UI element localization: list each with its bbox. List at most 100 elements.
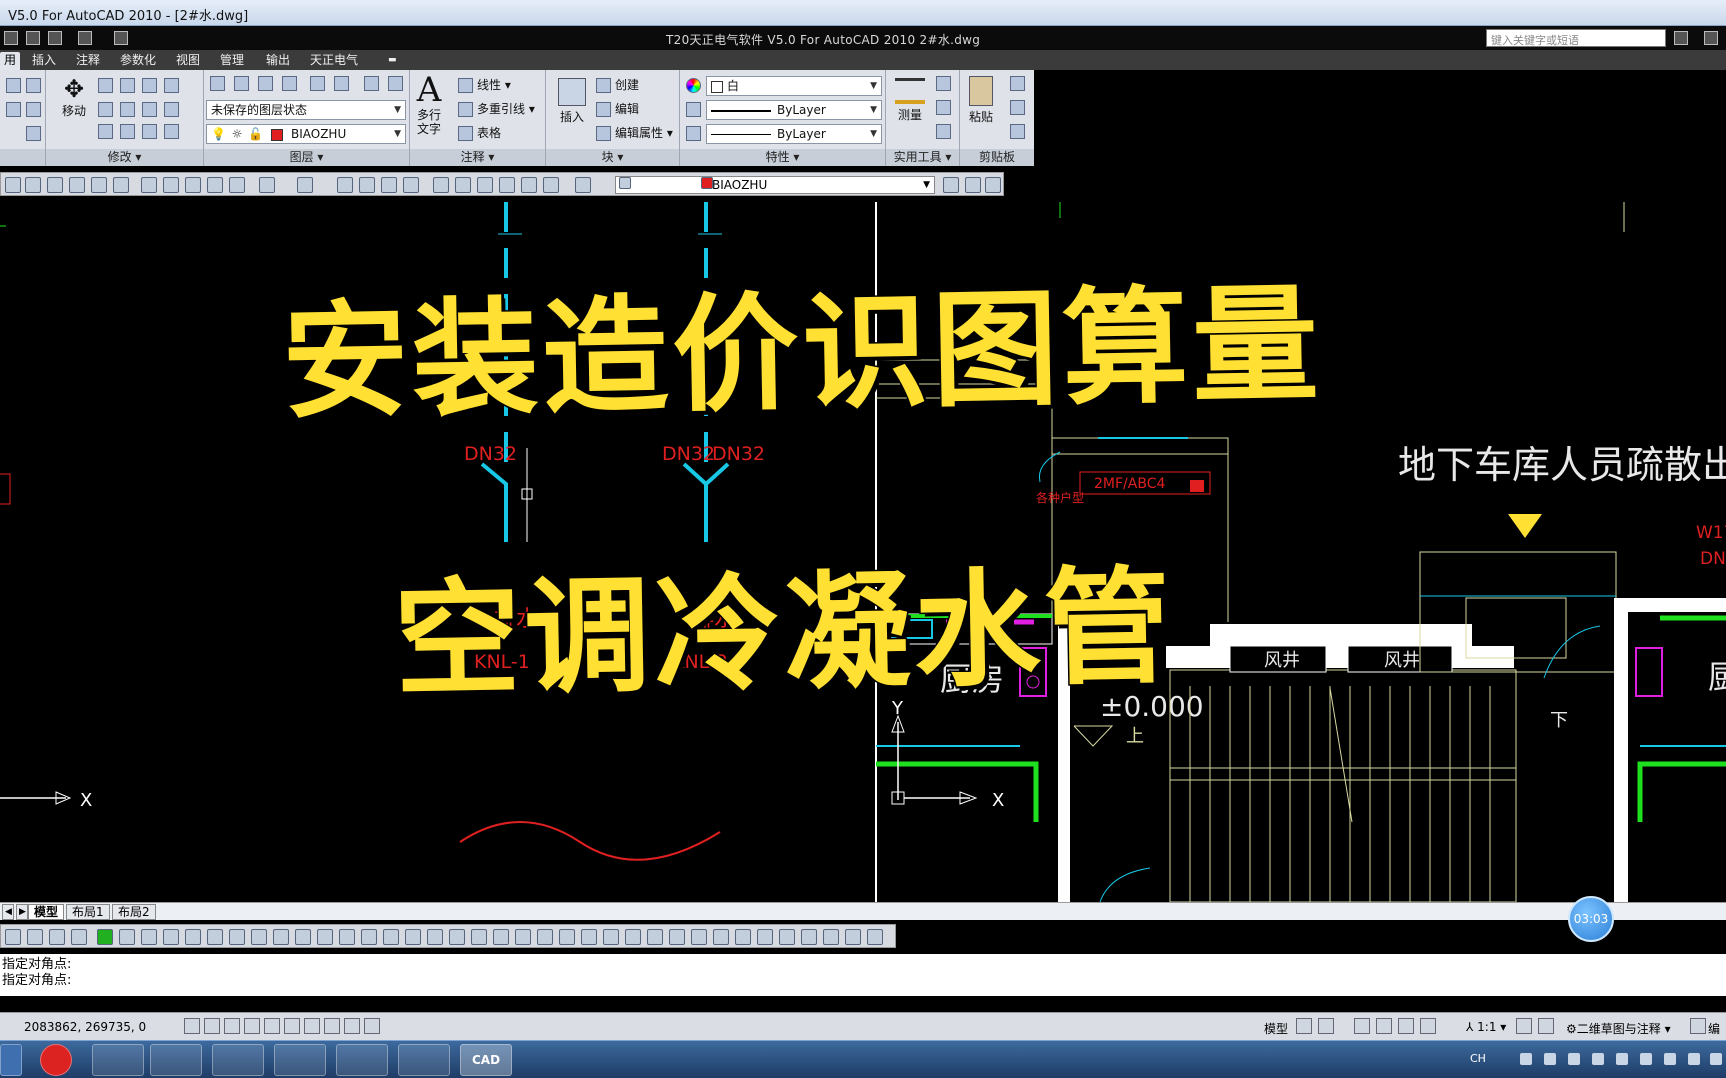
excel-icon[interactable] xyxy=(212,1044,264,1076)
array-icon[interactable] xyxy=(120,124,135,139)
redo-toolbar-icon[interactable] xyxy=(297,177,313,193)
baidu-netdisk-icon[interactable] xyxy=(92,1044,144,1076)
tool-palettes-icon[interactable] xyxy=(477,177,493,193)
markup-icon[interactable] xyxy=(521,177,537,193)
lineweight-status-icon[interactable] xyxy=(344,1018,360,1034)
cut-toolbar-icon[interactable] xyxy=(141,177,157,193)
tab-insert[interactable]: 插入 xyxy=(28,52,60,70)
layer-previous-icon[interactable] xyxy=(388,76,403,91)
cad-task-button[interactable]: CAD xyxy=(460,1044,512,1076)
binoculars-icon[interactable] xyxy=(1674,31,1688,45)
tangent-tool-33-icon[interactable] xyxy=(713,929,729,945)
design-center-icon[interactable] xyxy=(455,177,471,193)
stretch-icon[interactable] xyxy=(98,102,113,117)
multileader-button[interactable]: 多重引线 ▾ xyxy=(458,100,535,117)
line-icon[interactable] xyxy=(6,78,21,93)
tangent-tool-17-icon[interactable] xyxy=(361,929,377,945)
rectangle-icon[interactable] xyxy=(26,102,41,117)
tray-icon-2[interactable] xyxy=(1544,1053,1556,1065)
hatch-icon[interactable] xyxy=(26,126,41,141)
tangent-tool-6-icon[interactable] xyxy=(119,929,135,945)
make-current-icon[interactable] xyxy=(943,177,959,193)
tangent-tool-18-icon[interactable] xyxy=(383,929,399,945)
annotation-scale[interactable]: ⅄ 1:1 ▾ xyxy=(1466,1020,1506,1034)
paste-toolbar-icon[interactable] xyxy=(185,177,201,193)
tangent-tool-23-icon[interactable] xyxy=(493,929,509,945)
panel-layers-title[interactable]: 图层 ▾ xyxy=(204,149,409,166)
circle-icon[interactable] xyxy=(6,102,21,117)
color-wheel-icon[interactable] xyxy=(686,78,701,93)
tab-annotate[interactable]: 注释 xyxy=(72,52,104,70)
explode-icon[interactable] xyxy=(164,102,179,117)
redo-icon[interactable] xyxy=(78,31,92,45)
tangent-tool-13-icon[interactable] xyxy=(273,929,289,945)
trim-icon[interactable] xyxy=(142,78,157,93)
match-properties-icon[interactable] xyxy=(1010,124,1025,139)
tangent-tool-3-icon[interactable] xyxy=(49,929,65,945)
tangent-tool-27-icon[interactable] xyxy=(581,929,597,945)
scale-icon[interactable] xyxy=(98,124,113,139)
linear-dimension-button[interactable]: 线性 ▾ xyxy=(458,76,511,93)
tangent-tool-19-icon[interactable] xyxy=(405,929,421,945)
tab-model[interactable]: 模型 xyxy=(28,904,65,920)
panel-utilities-title[interactable]: 实用工具 ▾ xyxy=(886,149,959,166)
pan-icon[interactable] xyxy=(337,177,353,193)
measure-button[interactable]: 测量 xyxy=(892,78,928,123)
lock-status-icon[interactable] xyxy=(1690,1018,1706,1034)
tray-icon-1[interactable] xyxy=(1520,1053,1532,1065)
erase-icon[interactable] xyxy=(164,78,179,93)
print-icon[interactable] xyxy=(114,31,128,45)
language-indicator[interactable]: CH xyxy=(1470,1052,1486,1065)
polyline-icon[interactable] xyxy=(26,78,41,93)
layer-off-icon[interactable] xyxy=(334,76,349,91)
copy-clip-icon[interactable] xyxy=(1010,100,1025,115)
folder-icon[interactable] xyxy=(150,1044,202,1076)
insert-block-button[interactable]: 插入 xyxy=(554,78,590,125)
tangent-tool-35-icon[interactable] xyxy=(757,929,773,945)
tangent-tool-11-icon[interactable] xyxy=(229,929,245,945)
tangent-tool-34-icon[interactable] xyxy=(735,929,751,945)
layer-select-dropdown[interactable]: BIAOZHU ▼ xyxy=(615,176,935,194)
etransmit-icon[interactable] xyxy=(113,177,129,193)
tab-nav-prev-icon[interactable]: ◀ xyxy=(2,904,14,920)
print-toolbar-icon[interactable] xyxy=(25,177,41,193)
pan-status-icon[interactable] xyxy=(1354,1018,1370,1034)
snap-icon[interactable] xyxy=(184,1018,200,1034)
tangent-tool-21-icon[interactable] xyxy=(449,929,465,945)
tangent-tool-22-icon[interactable] xyxy=(471,929,487,945)
layer-match-icon[interactable] xyxy=(364,76,379,91)
osnap-icon[interactable] xyxy=(264,1018,280,1034)
open-icon[interactable] xyxy=(4,31,18,45)
linetype-icon[interactable] xyxy=(686,126,701,141)
grid-icon[interactable] xyxy=(204,1018,220,1034)
tangent-tool-37-icon[interactable] xyxy=(801,929,817,945)
tangent-tool-26-icon[interactable] xyxy=(559,929,575,945)
ducs-icon[interactable] xyxy=(304,1018,320,1034)
tab-parametric[interactable]: 参数化 xyxy=(116,52,160,70)
zoom-status-icon[interactable] xyxy=(1376,1018,1392,1034)
search-input[interactable]: 键入关键字或短语 xyxy=(1486,29,1666,47)
layer-previous-toolbar-icon[interactable] xyxy=(965,177,981,193)
volume-icon[interactable] xyxy=(1688,1053,1700,1065)
panel-properties-title[interactable]: 特性 ▾ xyxy=(680,149,885,166)
tangent-tool-5-icon[interactable] xyxy=(97,929,113,945)
tab-output[interactable]: 输出 xyxy=(262,52,294,70)
properties-toolbar-icon[interactable] xyxy=(433,177,449,193)
ortho-icon[interactable] xyxy=(224,1018,240,1034)
tab-nav-next-icon[interactable]: ▶ xyxy=(16,904,28,920)
tangent-tool-29-icon[interactable] xyxy=(625,929,641,945)
netease-music-icon[interactable] xyxy=(40,1044,72,1076)
sheet-set-icon[interactable] xyxy=(499,177,515,193)
paste-button[interactable]: 粘贴 xyxy=(964,76,998,125)
steering-wheel-icon[interactable] xyxy=(1398,1018,1414,1034)
mirror-icon[interactable] xyxy=(120,102,135,117)
offset-icon[interactable] xyxy=(142,124,157,139)
layer-properties-icon[interactable] xyxy=(210,76,225,91)
tangent-tool-38-icon[interactable] xyxy=(823,929,839,945)
tangent-tool-7-icon[interactable] xyxy=(141,929,157,945)
command-line[interactable]: 指定对角点: 指定对角点: xyxy=(0,954,1726,996)
auto-scale-icon[interactable] xyxy=(1538,1018,1554,1034)
tangent-tool-10-icon[interactable] xyxy=(207,929,223,945)
layer-state-icon[interactable] xyxy=(234,76,249,91)
picture-viewer-icon[interactable] xyxy=(274,1044,326,1076)
